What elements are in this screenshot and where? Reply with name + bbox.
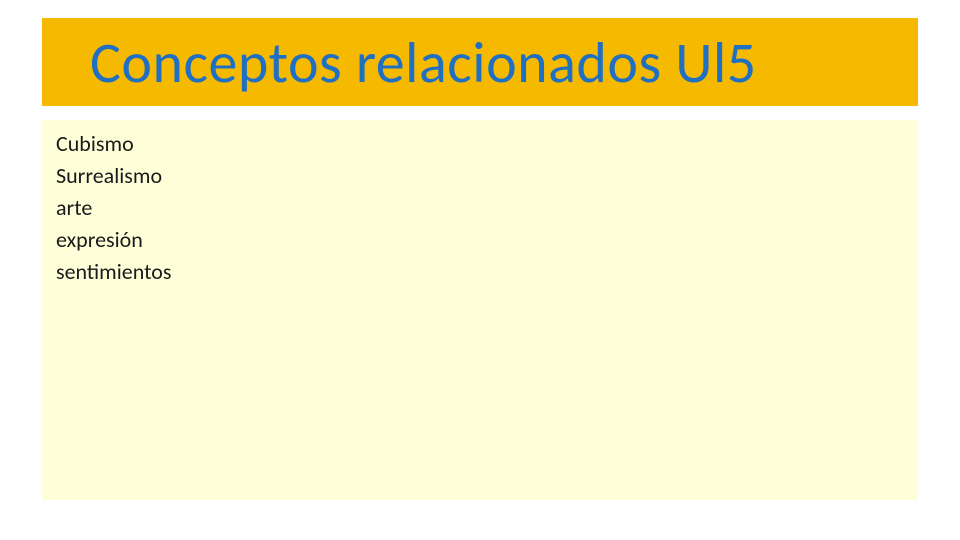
- slide-title: Conceptos relacionados Ul5: [90, 27, 757, 98]
- list-item: Cubismo: [56, 128, 904, 160]
- title-bar: Conceptos relacionados Ul5: [42, 18, 918, 106]
- list-item: expresión: [56, 224, 904, 256]
- concept-list: Cubismo Surrealismo arte expresión senti…: [56, 128, 904, 288]
- list-item: sentimientos: [56, 256, 904, 288]
- list-item: Surrealismo: [56, 160, 904, 192]
- content-box: Cubismo Surrealismo arte expresión senti…: [42, 120, 918, 500]
- slide: Conceptos relacionados Ul5 Cubismo Surre…: [0, 0, 960, 540]
- list-item: arte: [56, 192, 904, 224]
